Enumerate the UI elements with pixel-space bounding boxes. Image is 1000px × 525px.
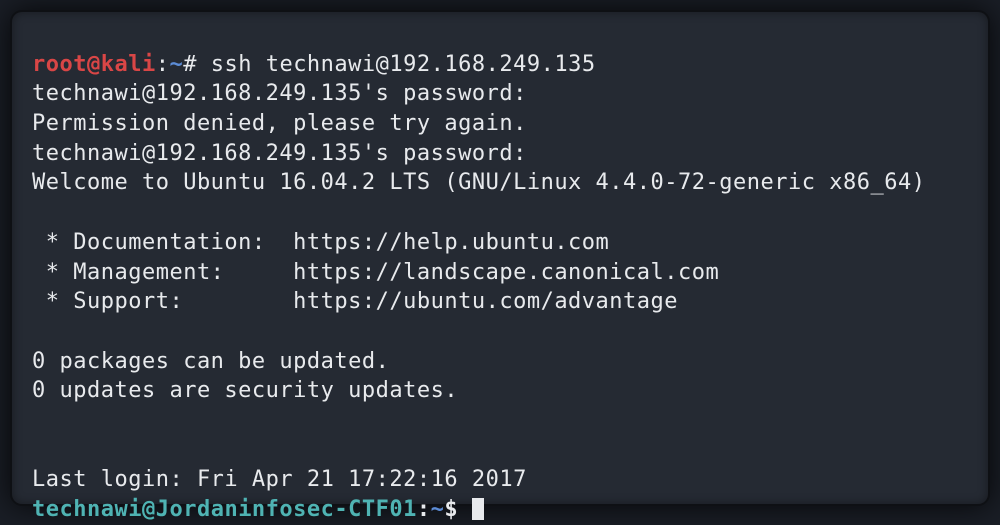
prompt-at: @ [87,52,101,77]
documentation-line: * Documentation: https://help.ubuntu.com [32,230,609,255]
prompt-line-2: technawi@Jordaninfosec-CTF01:~$ [32,497,484,522]
prompt2-user: technawi [32,497,142,522]
prompt-cwd: ~ [169,52,183,77]
ssh-command: ssh technawi@192.168.249.135 [211,52,596,77]
support-line: * Support: https://ubuntu.com/advantage [32,289,678,314]
prompt2-cwd: ~ [431,497,445,522]
security-updates: 0 updates are security updates. [32,378,458,403]
password-prompt-2: technawi@192.168.249.135's password: [32,141,527,166]
prompt-user: root [32,52,87,77]
prompt2-at: @ [142,497,156,522]
prompt-hash: # [183,52,197,77]
prompt2-dollar: $ [444,497,458,522]
last-login: Last login: Fri Apr 21 17:22:16 2017 [32,467,527,492]
terminal-window[interactable]: root@kali:~# ssh technawi@192.168.249.13… [10,10,990,506]
permission-denied: Permission denied, please try again. [32,111,527,136]
prompt-host: kali [101,52,156,77]
cursor-block[interactable] [472,498,484,520]
prompt2-host: Jordaninfosec-CTF01 [156,497,417,522]
packages-updated: 0 packages can be updated. [32,349,389,374]
prompt-line-1: root@kali:~# ssh technawi@192.168.249.13… [32,52,596,77]
prompt-sep: : [156,52,170,77]
prompt2-sep: : [417,497,431,522]
management-line: * Management: https://landscape.canonica… [32,260,719,285]
password-prompt-1: technawi@192.168.249.135's password: [32,81,527,106]
welcome-banner: Welcome to Ubuntu 16.04.2 LTS (GNU/Linux… [32,170,925,195]
